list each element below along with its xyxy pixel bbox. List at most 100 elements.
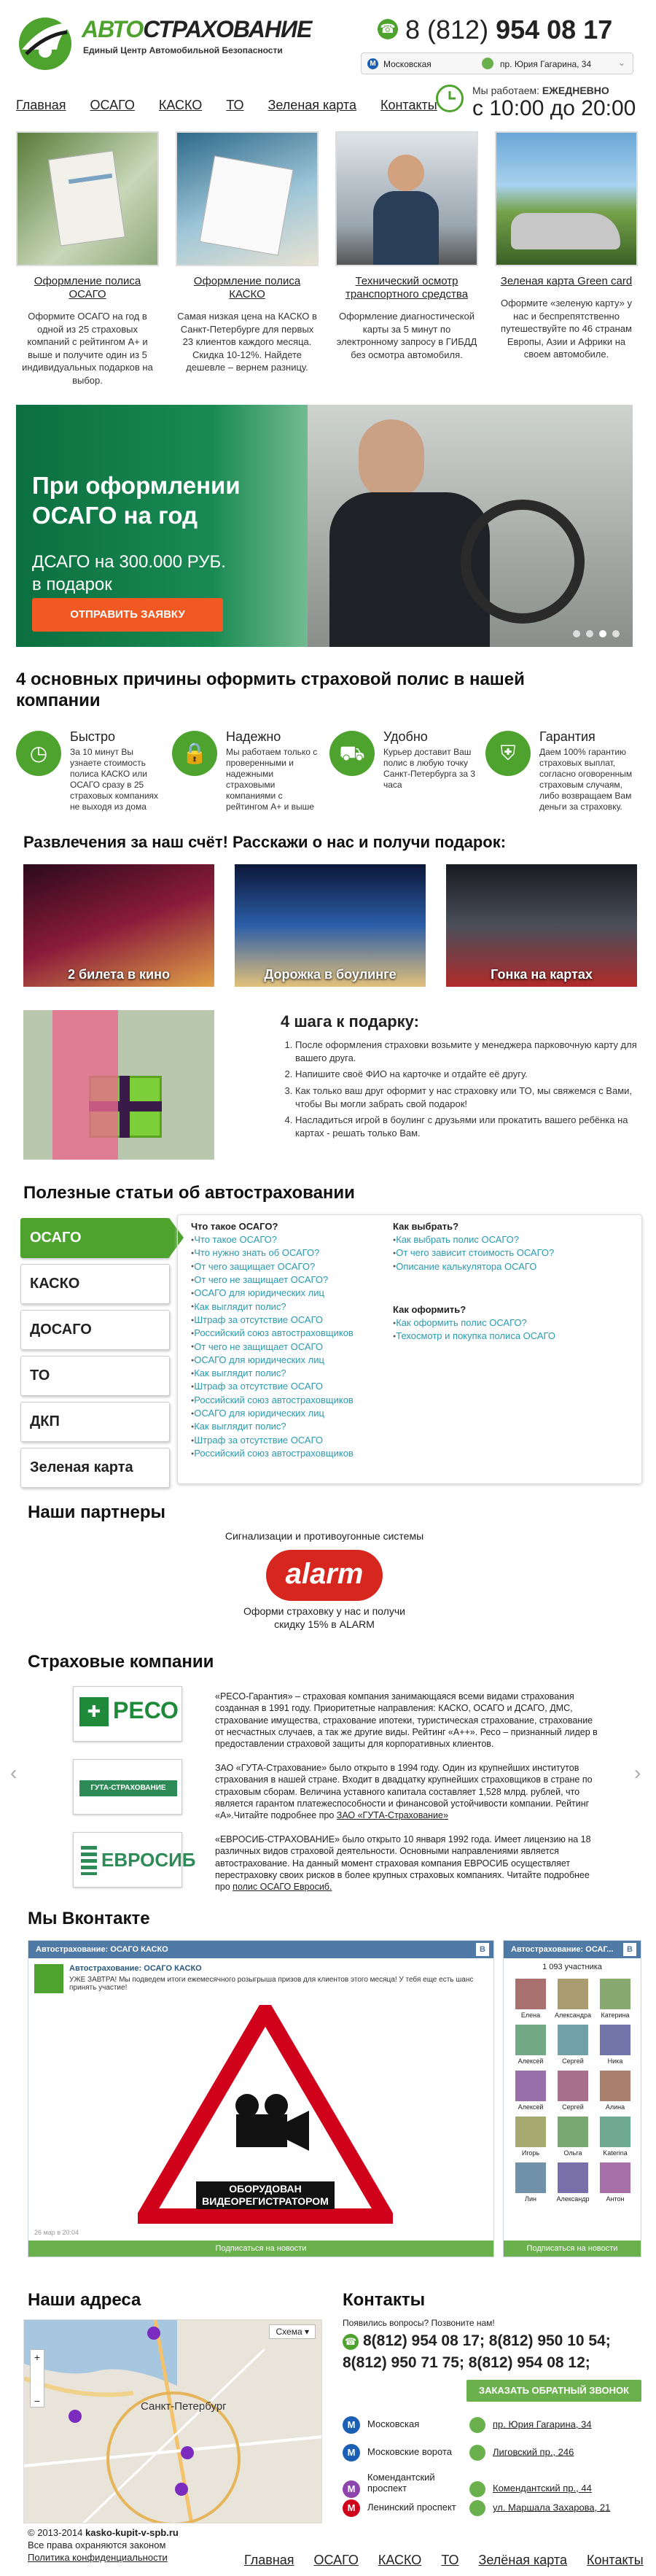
vk-member[interactable]: Ника (594, 2025, 636, 2065)
service-osago-image[interactable] (16, 131, 159, 266)
gift-karting[interactable]: Гонка на картах (446, 864, 637, 987)
article-link[interactable]: ОСАГО для юридических лиц (191, 1354, 388, 1367)
article-link[interactable]: Как оформить полис ОСАГО? (393, 1316, 612, 1330)
address-link[interactable]: пр. Юрия Гагарина, 34 (493, 2418, 592, 2429)
nav-home[interactable]: Главная (16, 98, 66, 112)
article-link[interactable]: Штраф за отсутствие ОСАГО (191, 1314, 388, 1327)
tab-kasko[interactable]: КАСКО (20, 1264, 170, 1304)
tab-dkp[interactable]: ДКП (20, 1402, 170, 1442)
article-link[interactable]: Российский союз автостраховщиков (191, 1327, 388, 1340)
footer-nav-green-card[interactable]: Зелёная карта (479, 2553, 567, 2567)
map[interactable]: Санкт-Петербург Схема ▾ + − (23, 2319, 322, 2523)
evrosib-link[interactable]: полис ОСАГО Евросиб. (233, 1882, 332, 1892)
service-green-card-link[interactable]: Зеленая карта Green card (495, 275, 638, 288)
chevron-right-icon[interactable]: › (634, 1761, 641, 1785)
article-link[interactable]: ОСАГО для юридических лиц (191, 1407, 388, 1420)
vk-member[interactable]: Лин (509, 2162, 552, 2203)
article-link[interactable]: Как выбрать полис ОСАГО? (393, 1233, 612, 1246)
vk-logo-icon[interactable]: В (623, 1943, 636, 1956)
logo-icon[interactable] (16, 13, 79, 71)
article-link[interactable]: Как выглядит полис? (191, 1300, 388, 1314)
map-scheme-select[interactable]: Схема ▾ (269, 2324, 316, 2339)
vk-post-title[interactable]: Автострахование: ОСАГО КАСКО (69, 1964, 202, 1973)
article-link[interactable]: От чего зависит стоимость ОСАГО? (393, 1246, 612, 1260)
article-link[interactable]: Штраф за отсутствие ОСАГО (191, 1380, 388, 1393)
guta-logo[interactable]: ГУТА-СТРАХОВАНИЕ (73, 1759, 182, 1815)
tab-green-card[interactable]: Зеленая карта (20, 1448, 170, 1488)
vk-member[interactable]: Katerina (594, 2117, 636, 2157)
vk-subscribe-button[interactable]: Подписаться на новости (504, 2241, 641, 2257)
service-osago-link[interactable]: Оформление полиса ОСАГО (16, 275, 159, 301)
contacts-phones-2[interactable]: 8(812) 950 71 75; 8(812) 954 08 12; (343, 2354, 590, 2372)
tab-osago[interactable]: ОСАГО (20, 1218, 184, 1258)
nav-to[interactable]: ТО (226, 98, 243, 112)
vk-member[interactable]: Алексей (509, 2071, 552, 2111)
article-link[interactable]: Российский союз автостраховщиков (191, 1447, 388, 1460)
vk-member[interactable]: Алина (594, 2071, 636, 2111)
privacy-link[interactable]: Политика конфиденциальности (28, 2552, 168, 2563)
vk-member[interactable]: Антон (594, 2162, 636, 2203)
footer-nav-kasko[interactable]: КАСКО (378, 2553, 421, 2567)
address-link[interactable]: Комендантский пр., 44 (493, 2483, 592, 2494)
nav-kasko[interactable]: КАСКО (159, 98, 202, 112)
vk-subscribe-button[interactable]: Подписаться на новости (28, 2241, 493, 2257)
footer-nav-to[interactable]: ТО (441, 2553, 458, 2567)
vk-member[interactable]: Ольга (552, 2117, 594, 2157)
article-link[interactable]: Штраф за отсутствие ОСАГО (191, 1434, 388, 1447)
nav-green-card[interactable]: Зеленая карта (268, 98, 356, 112)
article-link[interactable]: От чего не защищает ОСАГО (191, 1341, 388, 1354)
callback-button[interactable]: ЗАКАЗАТЬ ОБРАТНЫЙ ЗВОНОК (466, 2380, 641, 2402)
article-link[interactable]: От чего защищает ОСАГО? (191, 1260, 388, 1273)
article-link[interactable]: От чего не защищает ОСАГО? (191, 1273, 388, 1287)
vk-member[interactable]: Елена (509, 1979, 552, 2019)
vk-member[interactable]: Александра (552, 1979, 594, 2019)
evrosib-logo[interactable]: ЕВРОСИБ (73, 1832, 196, 1888)
slider-dot[interactable] (599, 630, 606, 637)
footer-nav-contacts[interactable]: Контакты (587, 2553, 644, 2567)
slider-dot[interactable] (573, 630, 580, 637)
contacts-phones-1[interactable]: 8(812) 954 08 17; 8(812) 950 10 54; (363, 2332, 611, 2350)
gift-cinema[interactable]: 2 билета в кино (23, 864, 214, 987)
service-to-image[interactable] (335, 131, 478, 266)
map-zoom-control[interactable]: + − (30, 2349, 44, 2408)
nav-osago[interactable]: ОСАГО (90, 98, 135, 112)
service-green-card-image[interactable] (495, 131, 638, 266)
footer-nav-osago[interactable]: ОСАГО (314, 2553, 359, 2567)
chevron-down-icon[interactable]: ⌄ (618, 58, 625, 68)
article-link[interactable]: Что нужно знать об ОСАГО? (191, 1246, 388, 1260)
article-link[interactable]: Описание калькулятора ОСАГО (393, 1260, 612, 1273)
vk-member[interactable]: Сергей (552, 2025, 594, 2065)
article-link[interactable]: Техосмотр и покупка полиса ОСАГО (393, 1330, 612, 1343)
footer-nav-home[interactable]: Главная (244, 2553, 294, 2567)
chevron-left-icon[interactable]: ‹ (10, 1761, 17, 1785)
tab-dosago[interactable]: ДОСАГО (20, 1310, 170, 1350)
vk-member[interactable]: Сергей (552, 2071, 594, 2111)
article-link[interactable]: ОСАГО для юридических лиц (191, 1287, 388, 1300)
address-selector[interactable]: M Московская пр. Юрия Гагарина, 34 ⌄ (361, 53, 633, 74)
logo-title[interactable]: АВТОСТРАХОВАНИЕ (82, 16, 312, 43)
vk-member[interactable]: Катерина (594, 1979, 636, 2019)
alarm-logo[interactable]: alarm (266, 1550, 383, 1601)
vk-member[interactable]: Алексей (509, 2025, 552, 2065)
send-request-button[interactable]: ОТПРАВИТЬ ЗАЯВКУ (32, 598, 223, 632)
avatar[interactable] (34, 1964, 63, 1993)
vk-member[interactable]: Александр (552, 2162, 594, 2203)
address-link[interactable]: Лиговский пр., 246 (493, 2446, 574, 2457)
article-link[interactable]: Как выглядит полис? (191, 1420, 388, 1433)
vk-logo-icon[interactable]: В (476, 1943, 489, 1956)
slider-dot[interactable] (612, 630, 620, 637)
guta-link[interactable]: ЗАО «ГУТА-Страхование» (337, 1810, 448, 1820)
gift-bowling[interactable]: Дорожка в боулинге (235, 864, 426, 987)
article-link[interactable]: Российский союз автостраховщиков (191, 1394, 388, 1407)
article-link[interactable]: Как выглядит полис? (191, 1367, 388, 1380)
tab-to[interactable]: ТО (20, 1356, 170, 1396)
nav-contacts[interactable]: Контакты (380, 98, 437, 112)
service-to-link[interactable]: Технический осмотр транспортного средств… (335, 275, 478, 301)
service-kasko-image[interactable] (176, 131, 319, 266)
reso-logo[interactable]: ✚ РЕСО (73, 1686, 182, 1742)
address-link[interactable]: ул. Маршала Захарова, 21 (493, 2502, 610, 2513)
vk-member[interactable]: Игорь (509, 2117, 552, 2157)
article-link[interactable]: Что такое ОСАГО? (191, 1233, 388, 1246)
header-phone[interactable]: 8 (812) 954 08 17 (405, 15, 612, 45)
service-kasko-link[interactable]: Оформление полиса КАСКО (176, 275, 319, 301)
